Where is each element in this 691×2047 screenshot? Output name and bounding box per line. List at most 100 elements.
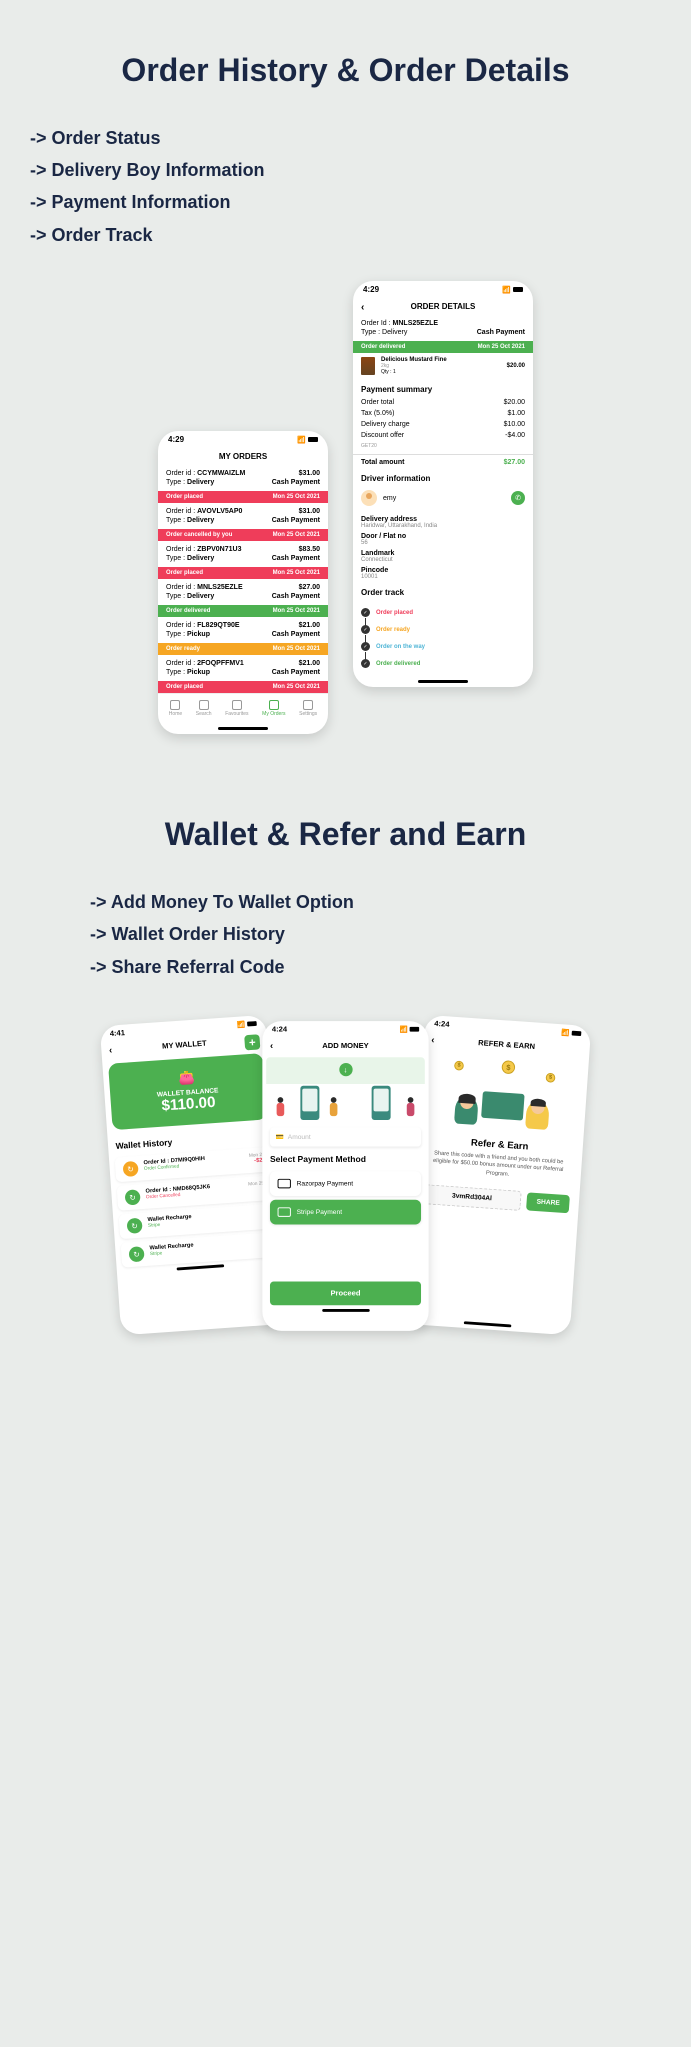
amount-input[interactable]: 💳 Amount — [270, 1127, 421, 1146]
qty-label: Qty : — [381, 369, 392, 375]
driver-avatar — [361, 490, 377, 506]
check-icon: ✓ — [361, 625, 370, 634]
status-banner: Order placedMon 25 Oct 2021 — [158, 567, 328, 579]
driver-head: Driver information — [353, 468, 533, 486]
track-step: ✓Order placed — [361, 604, 525, 621]
check-icon: ✓ — [361, 608, 370, 617]
coin-icon: $ — [454, 1061, 464, 1071]
call-button[interactable]: ✆ — [511, 491, 525, 505]
track-step: ✓Order delivered — [361, 655, 525, 672]
nav-search[interactable]: Search — [196, 700, 212, 717]
time-label: 4:41 — [109, 1028, 125, 1038]
landmark-val: Connecticut — [361, 557, 525, 563]
back-button[interactable]: ‹ — [361, 302, 364, 313]
track-head: Order track — [353, 582, 533, 600]
title-text: REFER & EARN — [478, 1038, 535, 1051]
order-card[interactable]: Order id : CCYMWAIZLM$31.00 Type : Deliv… — [158, 465, 328, 491]
landmark-label: Landmark — [361, 550, 525, 557]
share-button[interactable]: SHARE — [526, 1192, 569, 1213]
person-icon — [525, 1100, 550, 1130]
time-label: 4:24 — [434, 1019, 450, 1029]
item-image — [361, 357, 375, 375]
nav-favourites[interactable]: Favourites — [225, 700, 248, 717]
payment-summary-head: Payment summary — [353, 379, 533, 397]
item-price: $20.00 — [507, 363, 525, 369]
nav-label: Favourites — [225, 711, 248, 717]
illus-phone-icon — [300, 1086, 319, 1120]
time-label: 4:24 — [272, 1025, 287, 1034]
time-label: 4:29 — [168, 435, 184, 444]
summary-row: Discount offer-$4.00 — [353, 430, 533, 441]
screen-title: ‹ ORDER DETAILS — [353, 298, 533, 315]
option-label: Razorpay Payment — [297, 1180, 354, 1187]
home-indicator — [218, 727, 268, 730]
pay-option-razorpay[interactable]: Razorpay Payment — [270, 1171, 421, 1196]
placeholder-text: Amount — [288, 1134, 311, 1141]
status-banner: Order placedMon 25 Oct 2021 — [158, 491, 328, 503]
status-banner: Order cancelled by youMon 25 Oct 2021 — [158, 529, 328, 541]
summary-row: Delivery charge$10.00 — [353, 419, 533, 430]
phone-my-orders: 4:29 📶 MY ORDERS Order id : CCYMWAIZLM$3… — [158, 431, 328, 734]
payment-val: Cash Payment — [477, 329, 525, 336]
history-icon: ↻ — [129, 1246, 145, 1262]
option-label: Stripe Payment — [297, 1209, 342, 1216]
total-value: $27.00 — [504, 459, 525, 466]
total-label: Total amount — [361, 459, 404, 466]
driver-name: emy — [383, 495, 396, 502]
home-indicator — [322, 1309, 370, 1312]
order-card[interactable]: Order id : MNLS25EZLE$27.00 Type : Deliv… — [158, 579, 328, 605]
nav-label: Search — [196, 711, 212, 717]
status-date: Mon 25 Oct 2021 — [478, 344, 525, 350]
pincode-val: 10001 — [361, 574, 525, 580]
phone-refer: 4:24 📶 ‹ REFER & EARN $ $ $ Refer & Earn… — [404, 1015, 591, 1336]
title-text: MY WALLET — [162, 1039, 207, 1051]
coin-icon: $ — [501, 1060, 515, 1074]
pincode-label: Pincode — [361, 567, 525, 574]
pay-option-stripe[interactable]: Stripe Payment — [270, 1200, 421, 1225]
feature-item: -> Order Track — [30, 219, 661, 251]
summary-row: Order total$20.00 — [353, 397, 533, 408]
section1-features: -> Order Status -> Delivery Boy Informat… — [30, 122, 661, 252]
statusbar: 4:29 📶 — [353, 281, 533, 298]
card-icon — [481, 1091, 525, 1120]
track-step: ✓Order on the way — [361, 638, 525, 655]
summary-row: Tax (5.0%)$1.00 — [353, 408, 533, 419]
feature-item: -> Share Referral Code — [90, 951, 661, 983]
check-icon: ✓ — [361, 659, 370, 668]
section2-features: -> Add Money To Wallet Option -> Wallet … — [30, 886, 661, 983]
label: Type : — [361, 329, 380, 336]
section2-title: Wallet & Refer and Earn — [30, 814, 661, 856]
driver-row: emy ✆ — [353, 486, 533, 510]
nav-settings[interactable]: Settings — [299, 700, 317, 717]
order-id: MNLS25EZLE — [393, 320, 439, 327]
order-card[interactable]: Order id : ZBPV0N71U3$83.50 Type : Deliv… — [158, 541, 328, 567]
back-button[interactable]: ‹ — [270, 1041, 273, 1051]
back-button[interactable]: ‹ — [431, 1035, 435, 1046]
order-card[interactable]: Order id : 2FOQPFFMV1$21.00 Type : Picku… — [158, 655, 328, 681]
feature-item: -> Wallet Order History — [90, 918, 661, 950]
track-step: ✓Order ready — [361, 621, 525, 638]
check-icon: ✓ — [361, 642, 370, 651]
proceed-button[interactable]: Proceed — [270, 1281, 421, 1305]
card-icon — [278, 1179, 291, 1189]
download-arrow-icon: ↓ — [339, 1063, 352, 1076]
nav-label: Settings — [299, 711, 317, 717]
label: Order Id : — [361, 320, 391, 327]
screen-title: MY ORDERS — [158, 448, 328, 465]
title-text: ORDER DETAILS — [411, 302, 476, 311]
history-icon: ↻ — [123, 1161, 139, 1177]
nav-my-orders[interactable]: My Orders — [262, 700, 285, 717]
status-banner: Order deliveredMon 25 Oct 2021 — [158, 605, 328, 617]
order-card[interactable]: Order id : AVOVLV5AP0$31.00 Type : Deliv… — [158, 503, 328, 529]
feature-item: -> Order Status — [30, 122, 661, 154]
title-text: ADD MONEY — [322, 1041, 368, 1050]
door-val: 56 — [361, 540, 525, 546]
referral-code[interactable]: 3vmRd304Al — [422, 1184, 522, 1211]
nav-home[interactable]: Home — [169, 700, 182, 717]
back-button[interactable]: ‹ — [109, 1045, 113, 1056]
history-icon: ↻ — [125, 1189, 141, 1205]
feature-item: -> Add Money To Wallet Option — [90, 886, 661, 918]
statusbar: 4:29 📶 — [158, 431, 328, 448]
refer-illustration: $ $ $ — [421, 1051, 585, 1138]
order-card[interactable]: Order id : FL829QT90E$21.00 Type : Picku… — [158, 617, 328, 643]
